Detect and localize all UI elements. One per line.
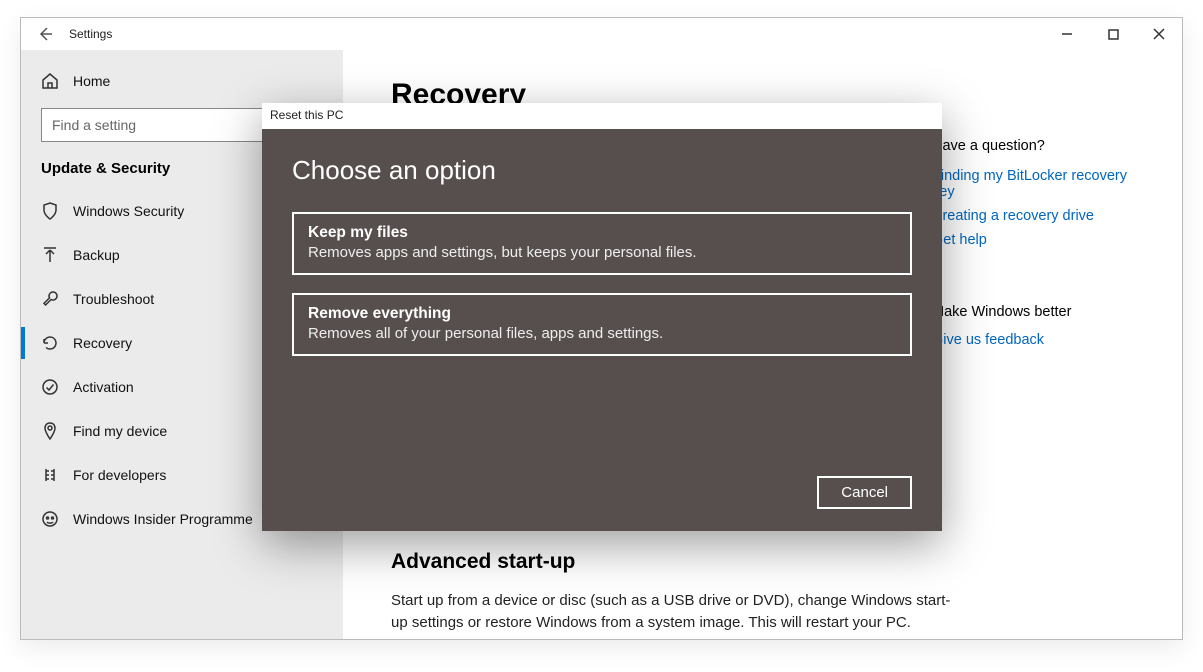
sidebar-item-label: Troubleshoot <box>73 291 154 307</box>
help-link-recovery-drive[interactable]: Creating a recovery drive <box>932 208 1152 224</box>
search-input[interactable] <box>41 108 277 142</box>
back-arrow-icon <box>37 26 53 42</box>
sidebar-item-label: For developers <box>73 467 166 483</box>
insider-icon <box>41 510 59 528</box>
close-icon <box>1153 28 1165 40</box>
help-link-bitlocker[interactable]: Finding my BitLocker recovery key <box>932 168 1152 200</box>
help-panel: Have a question? Finding my BitLocker re… <box>932 138 1152 356</box>
titlebar: Settings <box>21 18 1182 50</box>
sidebar-item-label: Windows Insider Programme <box>73 511 253 527</box>
backup-icon <box>41 246 59 264</box>
minimize-icon <box>1061 28 1073 40</box>
improve-heading: Make Windows better <box>932 304 1152 320</box>
feedback-link[interactable]: Give us feedback <box>932 332 1152 348</box>
reset-this-pc-dialog: Reset this PC Choose an option Keep my f… <box>262 103 942 531</box>
sidebar-home[interactable]: Home <box>21 60 343 102</box>
back-button[interactable] <box>21 18 69 50</box>
option-title: Keep my files <box>308 224 896 242</box>
sidebar-item-label: Backup <box>73 247 120 263</box>
option-desc: Removes apps and settings, but keeps you… <box>308 244 896 261</box>
sidebar-item-label: Activation <box>73 379 134 395</box>
developer-icon <box>41 466 59 484</box>
sidebar-home-label: Home <box>73 73 110 89</box>
window-title: Settings <box>69 27 112 41</box>
wrench-icon <box>41 290 59 308</box>
maximize-button[interactable] <box>1090 18 1136 50</box>
check-circle-icon <box>41 378 59 396</box>
advanced-startup-body: Start up from a device or disc (such as … <box>391 590 951 634</box>
dialog-body: Choose an option Keep my files Removes a… <box>262 129 942 531</box>
home-icon <box>41 72 59 90</box>
advanced-startup-section: Advanced start-up Start up from a device… <box>391 550 951 634</box>
sidebar-item-label: Recovery <box>73 335 132 351</box>
help-link-get-help[interactable]: Get help <box>932 232 1152 248</box>
shield-icon <box>41 202 59 220</box>
option-keep-my-files[interactable]: Keep my files Removes apps and settings,… <box>292 212 912 275</box>
find-device-icon <box>41 422 59 440</box>
minimize-button[interactable] <box>1044 18 1090 50</box>
window-controls <box>1044 18 1182 50</box>
sidebar-item-label: Windows Security <box>73 203 184 219</box>
dialog-titlebar: Reset this PC <box>262 103 942 129</box>
option-desc: Removes all of your personal files, apps… <box>308 325 896 342</box>
dialog-heading: Choose an option <box>292 155 912 186</box>
recovery-icon <box>41 334 59 352</box>
option-title: Remove everything <box>308 305 896 323</box>
cancel-button[interactable]: Cancel <box>817 476 912 509</box>
sidebar-item-label: Find my device <box>73 423 167 439</box>
maximize-icon <box>1108 29 1119 40</box>
advanced-startup-heading: Advanced start-up <box>391 550 951 574</box>
help-heading: Have a question? <box>932 138 1152 154</box>
close-button[interactable] <box>1136 18 1182 50</box>
option-remove-everything[interactable]: Remove everything Removes all of your pe… <box>292 293 912 356</box>
